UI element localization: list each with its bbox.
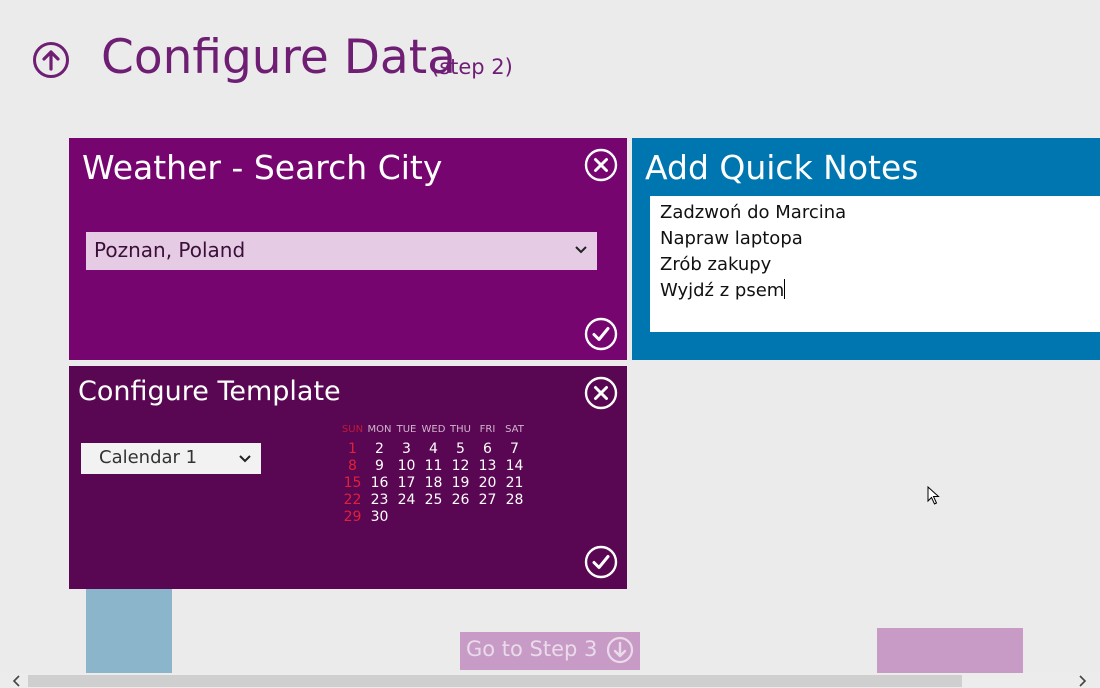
- calendar-day: 4: [429, 441, 438, 457]
- weekday-label: FRI: [479, 424, 496, 435]
- calendar-day: 9: [375, 458, 384, 474]
- weekday-label: THU: [450, 424, 471, 435]
- calendar-week-row: 29 30: [339, 509, 529, 526]
- go-to-step-3-button[interactable]: Go to Step 3: [460, 632, 640, 670]
- close-icon[interactable]: [584, 376, 618, 410]
- calendar-day: 14: [505, 458, 524, 474]
- calendar-week-row: 15 16 17 18 19 20 21: [339, 475, 529, 492]
- note-line: Zadzwoń do Marcina: [660, 202, 847, 223]
- page-step-label: (step 2): [431, 55, 513, 79]
- back-arrow-icon[interactable]: [32, 41, 70, 79]
- weekday-label: WED: [421, 424, 446, 435]
- weekday-label: TUE: [396, 424, 417, 435]
- calendar-day: 3: [402, 441, 411, 457]
- calendar-week-row: 8 9 10 11 12 13 14: [339, 458, 529, 475]
- close-icon[interactable]: [584, 148, 618, 182]
- calendar-day: 24: [397, 492, 416, 508]
- calendar-day: 8: [348, 458, 357, 474]
- calendar-day: 28: [505, 492, 524, 508]
- calendar-day: 18: [424, 475, 443, 491]
- calendar-day: 16: [370, 475, 389, 491]
- calendar-day: 5: [456, 441, 465, 457]
- weekday-label: MON: [367, 424, 392, 435]
- calendar-day: 22: [343, 492, 362, 508]
- quick-notes-title: Add Quick Notes: [645, 148, 919, 187]
- weather-tile-title: Weather - Search City: [82, 148, 443, 187]
- quick-notes-tile: Add Quick Notes Zadzwoń do Marcina Napra…: [632, 138, 1100, 360]
- calendar-day: 12: [451, 458, 470, 474]
- calendar-day: 29: [343, 509, 362, 525]
- calendar-day: 1: [348, 441, 357, 457]
- calendar-day: 27: [478, 492, 497, 508]
- calendar-preview: SUN MON TUE WED THU FRI SAT 1 2 3 4 5 6 …: [339, 424, 529, 526]
- calendar-weekday-row: SUN MON TUE WED THU FRI SAT: [339, 424, 529, 441]
- configure-template-tile: Configure Template Calendar 1 SUN MON TU…: [69, 366, 627, 589]
- template-select-value: Calendar 1: [99, 447, 198, 468]
- calendar-day: 13: [478, 458, 497, 474]
- note-line: Napraw laptopa: [660, 228, 803, 249]
- confirm-check-icon[interactable]: [584, 317, 618, 351]
- note-line: Wyjdź z psem: [660, 280, 785, 301]
- chevron-down-icon: [575, 246, 587, 254]
- calendar-day: 2: [375, 441, 384, 457]
- chevron-down-icon: [239, 455, 251, 463]
- template-select[interactable]: Calendar 1: [81, 443, 261, 474]
- calendar-day: 7: [510, 441, 519, 457]
- weekday-label: SAT: [505, 424, 524, 435]
- mouse-cursor-icon: [927, 486, 940, 505]
- calendar-day: 21: [505, 475, 524, 491]
- calendar-day: 17: [397, 475, 416, 491]
- calendar-week-row: 22 23 24 25 26 27 28: [339, 492, 529, 509]
- scroll-right-arrow-icon[interactable]: [1075, 674, 1091, 688]
- scroll-left-arrow-icon[interactable]: [8, 674, 24, 688]
- calendar-day: 15: [343, 475, 362, 491]
- note-line: Zrób zakupy: [660, 254, 772, 275]
- calendar-day: 10: [397, 458, 416, 474]
- calendar-day: 25: [424, 492, 443, 508]
- calendar-day: 20: [478, 475, 497, 491]
- calendar-day: 6: [483, 441, 492, 457]
- calendar-day: 30: [370, 509, 389, 525]
- quick-notes-textarea[interactable]: Zadzwoń do Marcina Napraw laptopa Zrób z…: [650, 196, 1100, 332]
- calendar-day: 26: [451, 492, 470, 508]
- go-to-step-3-label: Go to Step 3: [466, 637, 598, 661]
- arrow-down-circle-icon: [606, 636, 634, 664]
- weekday-label: SUN: [341, 424, 364, 435]
- city-select-value: Poznan, Poland: [94, 238, 246, 262]
- configure-template-title: Configure Template: [78, 376, 341, 407]
- weather-tile: Weather - Search City Poznan, Poland: [69, 138, 627, 360]
- confirm-check-icon[interactable]: [584, 545, 618, 579]
- calendar-week-row: 1 2 3 4 5 6 7: [339, 441, 529, 458]
- calendar-day: 19: [451, 475, 470, 491]
- text-caret: [784, 279, 786, 299]
- calendar-day: 23: [370, 492, 389, 508]
- calendar-day: 11: [424, 458, 443, 474]
- city-select[interactable]: Poznan, Poland: [86, 232, 597, 270]
- page-title: Configure Data: [101, 30, 456, 85]
- scrollbar-thumb[interactable]: [28, 675, 962, 687]
